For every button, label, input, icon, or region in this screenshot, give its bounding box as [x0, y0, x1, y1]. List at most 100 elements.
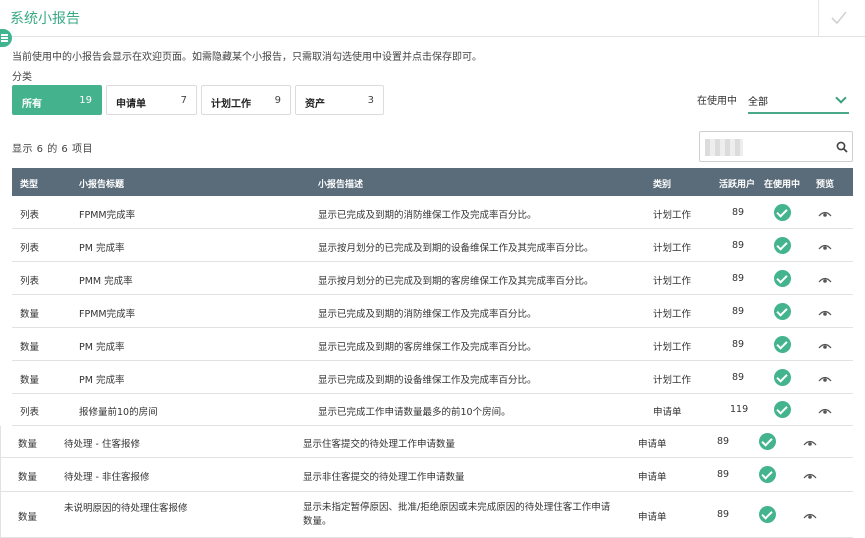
row-active-users: 89	[732, 273, 745, 284]
in-use-select-value: 全部	[748, 97, 768, 108]
category-count-planned-work: 9	[274, 95, 281, 106]
row-type: 列表	[20, 243, 40, 254]
row-type: 数量	[18, 512, 38, 523]
category-count-requests: 7	[180, 95, 187, 106]
category-count-assets: 3	[367, 95, 374, 106]
row-type: 数量	[18, 472, 38, 483]
category-planned-work-button[interactable]: 计划工作 9	[201, 85, 291, 115]
row-description: 显示已完成工作申请数量最多的前10个房间。	[318, 407, 511, 418]
search-box	[699, 131, 853, 162]
table-row[interactable]: 列表 FPMM完成率 显示已完成及到期的消防维保工作及完成率百分比。 计划工作 89	[12, 196, 853, 229]
row-title: FPMM完成率	[79, 309, 136, 320]
search-input[interactable]	[706, 138, 826, 156]
column-header-preview: 预览	[816, 180, 835, 190]
category-label-planned-work: 计划工作	[211, 99, 251, 110]
check-circle-icon[interactable]	[774, 270, 791, 287]
row-description: 显示未指定暂停原因、批准/拒绝原因或未完成原因的待处理住客工作申请	[303, 502, 611, 513]
column-header-category: 类别	[653, 180, 672, 190]
check-circle-icon[interactable]	[774, 204, 791, 221]
row-category: 申请单	[638, 472, 667, 483]
row-active-users: 89	[717, 469, 730, 480]
intro-text: 当前使用中的小报告会显示在欢迎页面。如需隐藏某个小报告，只需取消勾选使用中设置并…	[12, 52, 482, 63]
row-type: 数量	[20, 342, 40, 353]
row-category: 申请单	[638, 512, 667, 523]
check-circle-icon[interactable]	[759, 506, 776, 523]
check-circle-icon[interactable]	[774, 336, 791, 353]
row-description: 显示住客提交的待处理工作申请数量	[303, 439, 456, 450]
column-header-type: 类型	[20, 180, 39, 190]
row-active-users: 119	[730, 404, 749, 415]
check-circle-icon[interactable]	[774, 369, 791, 386]
eye-icon[interactable]	[818, 407, 832, 415]
column-header-in-use: 在使用中	[764, 180, 801, 190]
row-title: PMM 完成率	[79, 276, 133, 287]
eye-icon[interactable]	[803, 472, 817, 480]
row-title: 待处理 - 住客报修	[64, 439, 140, 450]
category-label-assets: 资产	[305, 99, 325, 110]
row-title: 报修量前10的房间	[79, 407, 158, 418]
chevron-down-icon	[835, 92, 847, 104]
row-title: 未说明原因的待处理住客报修	[64, 503, 188, 514]
topbar-divider	[818, 0, 819, 37]
row-description: 显示已完成及到期的消防维保工作及完成率百分比。	[318, 309, 537, 320]
category-count-all: 19	[79, 95, 92, 106]
row-category: 申请单	[653, 407, 682, 418]
category-label-all: 所有	[22, 99, 42, 110]
row-description: 显示已完成及到期的消防维保工作及完成率百分比。	[318, 210, 537, 221]
eye-icon[interactable]	[818, 276, 832, 284]
row-active-users: 89	[717, 436, 730, 447]
eye-icon[interactable]	[818, 342, 832, 350]
row-type: 列表	[20, 210, 40, 221]
table-row[interactable]: 列表 PMM 完成率 显示按月划分的已完成及到期的客房维保工作及其完成率百分比。 计划…	[12, 262, 853, 295]
in-use-select[interactable]: 全部	[748, 85, 849, 114]
check-icon[interactable]	[830, 10, 848, 26]
table-row[interactable]: 数量 PM 完成率 显示已完成及到期的客房维保工作及完成率百分比。 计划工作 89	[12, 328, 853, 361]
check-circle-icon[interactable]	[774, 237, 791, 254]
row-description: 显示已完成及到期的客房维保工作及完成率百分比。	[318, 342, 537, 353]
row-description: 显示非住客提交的待处理工作申请数量	[303, 472, 465, 483]
row-active-users: 89	[732, 207, 745, 218]
check-circle-icon[interactable]	[759, 466, 776, 483]
table-row[interactable]: 数量 待处理 - 住客报修 显示住客提交的待处理工作申请数量 申请单 89	[0, 426, 853, 458]
table-header: 类型 小报告标题 小报告描述 类别 活跃用户 在使用中 预览	[12, 168, 853, 197]
category-label-requests: 申请单	[116, 99, 146, 110]
row-description: 显示按月划分的已完成及到期的设备维保工作及其完成率百分比。	[318, 243, 594, 254]
row-description: 显示已完成及到期的设备维保工作及完成率百分比。	[318, 375, 537, 386]
row-title: PM 完成率	[79, 243, 125, 254]
check-circle-icon[interactable]	[759, 433, 776, 450]
row-category: 计划工作	[653, 342, 692, 353]
table-row[interactable]: 数量 FPMM完成率 显示已完成及到期的消防维保工作及完成率百分比。 计划工作 89	[12, 295, 853, 328]
eye-icon[interactable]	[803, 512, 817, 520]
eye-icon[interactable]	[818, 243, 832, 251]
check-circle-icon[interactable]	[774, 303, 791, 320]
check-circle-icon[interactable]	[774, 401, 791, 418]
row-title: FPMM完成率	[79, 210, 136, 221]
menu-icon[interactable]	[0, 29, 12, 47]
column-header-description: 小报告描述	[318, 180, 364, 190]
table-row[interactable]: 数量 PM 完成率 显示已完成及到期的设备维保工作及完成率百分比。 计划工作 89	[12, 361, 853, 394]
eye-icon[interactable]	[818, 210, 832, 218]
row-category: 计划工作	[653, 276, 692, 287]
search-icon[interactable]	[836, 141, 848, 153]
category-all-button[interactable]: 所有 19	[12, 85, 102, 115]
column-header-title: 小报告标题	[79, 180, 125, 190]
category-assets-button[interactable]: 资产 3	[295, 85, 384, 115]
row-type: 数量	[20, 309, 40, 320]
table-row[interactable]: 数量 未说明原因的待处理住客报修 显示未指定暂停原因、批准/拒绝原因或未完成原因的待…	[0, 492, 853, 538]
table-row[interactable]: 数量 待处理 - 非住客报修 显示非住客提交的待处理工作申请数量 申请单 89	[0, 458, 853, 492]
row-description: 显示按月划分的已完成及到期的客房维保工作及其完成率百分比。	[318, 276, 594, 287]
category-requests-button[interactable]: 申请单 7	[106, 85, 197, 115]
row-type: 数量	[18, 439, 38, 450]
category-label: 分类	[12, 72, 32, 83]
row-category: 计划工作	[653, 210, 692, 221]
table-row[interactable]: 列表 报修量前10的房间 显示已完成工作申请数量最多的前10个房间。 申请单 119	[12, 394, 853, 426]
row-title: 待处理 - 非住客报修	[64, 472, 150, 483]
row-active-users: 89	[732, 339, 745, 350]
eye-icon[interactable]	[803, 439, 817, 447]
eye-icon[interactable]	[818, 375, 832, 383]
eye-icon[interactable]	[818, 309, 832, 317]
row-title: PM 完成率	[79, 375, 125, 386]
table-row[interactable]: 列表 PM 完成率 显示按月划分的已完成及到期的设备维保工作及其完成率百分比。 计划工…	[12, 229, 853, 262]
row-active-users: 89	[717, 509, 730, 520]
top-bar: 系统小报告	[0, 0, 865, 37]
